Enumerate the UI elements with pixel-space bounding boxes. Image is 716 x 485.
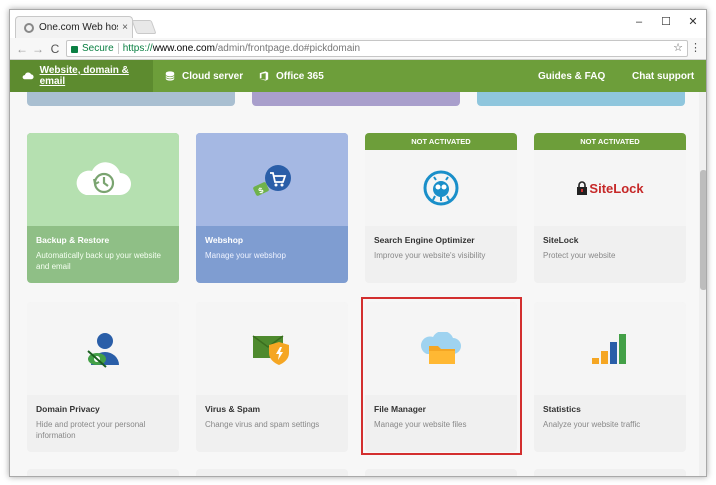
card-visual: [196, 302, 348, 395]
tab-close-icon[interactable]: ×: [118, 22, 132, 33]
card-partial-bottom[interactable]: [27, 469, 179, 476]
scrollbar-thumb[interactable]: [700, 170, 706, 290]
cloud-icon: [22, 72, 34, 80]
virus-shield-icon: [252, 334, 289, 365]
card-info: SiteLock Protect your website: [534, 226, 686, 261]
shopping-cart-icon: $: [253, 164, 291, 196]
card-title: SiteLock: [543, 235, 579, 245]
cloud-history-icon: [76, 161, 131, 195]
reload-button[interactable]: C: [47, 40, 63, 58]
card-statistics[interactable]: Statistics Analyze your website traffic: [534, 302, 686, 452]
forward-button[interactable]: →: [30, 40, 46, 58]
card-visual: SiteLock: [534, 150, 686, 226]
card-visual: [27, 133, 179, 226]
browser-toolbar: ← → C Secure https:// www.one.com /admin…: [10, 38, 706, 60]
card-partial-top[interactable]: [252, 92, 460, 106]
browser-menu-icon[interactable]: ⋮: [690, 41, 701, 54]
card-description: Hide and protect your personal informati…: [36, 420, 146, 440]
card-info: Virus & Spam Change virus and spam setti…: [196, 395, 348, 430]
address-bar[interactable]: Secure https:// www.one.com /admin/front…: [66, 40, 688, 57]
nav-label: Chat support: [632, 70, 695, 82]
card-description: Analyze your website traffic: [543, 420, 641, 429]
card-domain-privacy[interactable]: Domain Privacy Hide and protect your per…: [27, 302, 179, 452]
card-info: Search Engine Optimizer Improve your web…: [365, 226, 517, 261]
selection-highlight: [361, 297, 522, 455]
browser-tab[interactable]: One.com Web hosting ×: [15, 16, 133, 38]
site-nav: Website, domain & email Cloud server Off…: [10, 60, 706, 92]
card-info: Backup & Restore Automatically back up y…: [27, 226, 179, 272]
url-path: /admin/frontpage.do#pickdomain: [214, 43, 361, 54]
back-button[interactable]: ←: [14, 40, 30, 58]
card-title: Webshop: [205, 235, 244, 245]
card-info: Statistics Analyze your website traffic: [534, 395, 686, 430]
card-seo[interactable]: NOT ACTIVATED Search Engine Optimizer Im…: [365, 133, 517, 283]
card-sitelock[interactable]: NOT ACTIVATED SiteLock SiteLock Protect …: [534, 133, 686, 283]
scrollbar-track[interactable]: [699, 92, 706, 476]
favicon-icon: [24, 22, 34, 33]
address-separator: [117, 43, 119, 54]
card-title: Search Engine Optimizer: [374, 235, 475, 245]
card-virus-spam[interactable]: Virus & Spam Change virus and spam setti…: [196, 302, 348, 452]
card-description: Improve your website's visibility: [374, 251, 486, 260]
card-title: Virus & Spam: [205, 404, 261, 414]
close-window-button[interactable]: ✕: [680, 14, 706, 30]
card-visual: [27, 302, 179, 395]
card-description: Protect your website: [543, 251, 616, 260]
nav-label: Website, domain & email: [39, 65, 129, 87]
not-activated-badge: NOT ACTIVATED: [365, 133, 517, 150]
card-webshop[interactable]: $ Webshop Manage your webshop: [196, 133, 348, 283]
bookmark-star-icon[interactable]: ☆: [673, 41, 683, 54]
nav-chat-support[interactable]: Chat support: [632, 60, 694, 92]
nav-cloud-server[interactable]: Cloud server: [164, 60, 243, 92]
secure-label: Secure: [82, 43, 114, 54]
card-visual: $: [196, 133, 348, 226]
card-partial-bottom[interactable]: [196, 469, 348, 476]
card-visual: [365, 150, 517, 226]
database-icon: [165, 71, 175, 81]
card-partial-top[interactable]: [477, 92, 685, 106]
card-partial-bottom[interactable]: [534, 469, 686, 476]
maximize-button[interactable]: ☐: [653, 14, 679, 30]
padlock-icon: [577, 181, 588, 195]
seo-robot-icon: [423, 170, 459, 206]
not-activated-badge: NOT ACTIVATED: [534, 133, 686, 150]
tab-strip: One.com Web hosting × – ☐ ✕: [10, 10, 706, 38]
sitelock-logo-text: SiteLock: [589, 180, 644, 196]
nav-website-domain-email[interactable]: Website, domain & email: [10, 60, 153, 92]
card-info: Domain Privacy Hide and protect your per…: [27, 395, 179, 441]
nav-office-365[interactable]: Office 365: [258, 60, 324, 92]
minimize-button[interactable]: –: [626, 14, 652, 30]
card-title: Statistics: [543, 404, 581, 414]
card-visual: [534, 302, 686, 395]
lock-icon: [71, 46, 78, 53]
card-title: Domain Privacy: [36, 404, 100, 414]
nav-label: Office 365: [276, 70, 324, 82]
new-tab-button[interactable]: [131, 20, 157, 34]
card-partial-top[interactable]: [27, 92, 235, 106]
sitelock-logo-icon: SiteLock: [576, 180, 644, 196]
main-content: Backup & Restore Automatically back up y…: [10, 92, 706, 476]
card-description: Automatically back up your website and e…: [36, 251, 161, 271]
card-description: Manage your webshop: [205, 251, 286, 260]
tab-title: One.com Web hosting: [39, 22, 118, 33]
bar-chart-icon: [592, 333, 626, 364]
card-title: Backup & Restore: [36, 235, 110, 245]
nav-guides-faq[interactable]: Guides & FAQ: [538, 60, 605, 92]
card-description: Change virus and spam settings: [205, 420, 320, 429]
url-host: www.one.com: [152, 43, 215, 54]
nav-label: Guides & FAQ: [538, 70, 606, 82]
privacy-user-icon: [87, 332, 119, 368]
card-backup-restore[interactable]: Backup & Restore Automatically back up y…: [27, 133, 179, 283]
url-scheme: https://: [122, 43, 153, 54]
office-icon: [259, 71, 269, 81]
browser-window: One.com Web hosting × – ☐ ✕ ← → C Secure…: [9, 9, 707, 477]
nav-label: Cloud server: [182, 70, 244, 82]
card-partial-bottom[interactable]: [365, 469, 517, 476]
card-info: Webshop Manage your webshop: [196, 226, 348, 261]
